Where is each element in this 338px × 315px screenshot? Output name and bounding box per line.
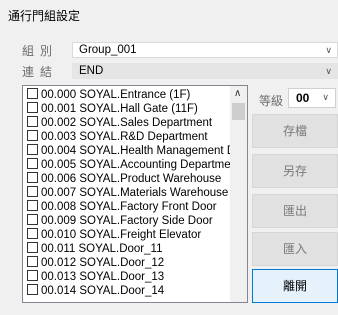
door-label: 00.012 SOYAL.Door_12: [41, 257, 165, 269]
window-title: 通行門組設定: [8, 9, 81, 23]
door-list-item[interactable]: 00.013 SOYAL.Door_13: [27, 270, 164, 283]
door-label: 00.010 SOYAL.Freight Elevator: [41, 229, 202, 241]
door-checkbox[interactable]: [27, 172, 38, 183]
group-label: 組別: [22, 44, 59, 58]
door-list-item[interactable]: 00.000 SOYAL.Entrance (1F): [27, 88, 190, 101]
door-checkbox[interactable]: [27, 158, 38, 169]
door-label: 00.001 SOYAL.Hall Gate (11F): [41, 103, 198, 115]
door-list-item[interactable]: 00.010 SOYAL.Freight Elevator: [27, 228, 201, 241]
door-list-item[interactable]: 00.002 SOYAL.Sales Department: [27, 116, 212, 129]
group-select[interactable]: Group_001 ∨: [72, 42, 338, 58]
door-label: 00.002 SOYAL.Sales Department: [41, 117, 213, 129]
door-label: 00.000 SOYAL.Entrance (1F): [41, 89, 191, 101]
door-checkbox[interactable]: [27, 200, 38, 211]
import-button[interactable]: 匯入: [252, 232, 338, 266]
door-list-item[interactable]: 00.005 SOYAL.Accounting Departmer: [27, 158, 234, 171]
door-label: 00.008 SOYAL.Factory Front Door: [41, 201, 217, 213]
door-label: 00.014 SOYAL.Door_14: [41, 285, 165, 297]
door-checkbox[interactable]: [27, 116, 38, 127]
door-list-item[interactable]: 00.006 SOYAL.Product Warehouse: [27, 172, 221, 185]
door-checkbox[interactable]: [27, 270, 38, 281]
door-list-item[interactable]: 00.012 SOYAL.Door_12: [27, 256, 164, 269]
door-checkbox[interactable]: [27, 242, 38, 253]
door-label: 00.006 SOYAL.Product Warehouse: [41, 173, 222, 185]
door-label: 00.011 SOYAL.Door_11: [41, 243, 163, 255]
door-checkbox[interactable]: [27, 228, 38, 239]
door-list-item[interactable]: 00.008 SOYAL.Factory Front Door: [27, 200, 217, 213]
door-list-item[interactable]: 00.009 SOYAL.Factory Side Door: [27, 214, 213, 227]
scrollbar[interactable]: ∧: [230, 86, 247, 302]
door-list-item[interactable]: 00.014 SOYAL.Door_14: [27, 284, 164, 297]
door-label: 00.007 SOYAL.Materials Warehouse: [41, 187, 229, 199]
door-label: 00.009 SOYAL.Factory Side Door: [41, 215, 213, 227]
door-list-item[interactable]: 00.003 SOYAL.R&D Department: [27, 130, 208, 143]
door-list[interactable]: 00.000 SOYAL.Entrance (1F) 00.001 SOYAL.…: [22, 85, 248, 303]
door-list-item[interactable]: 00.001 SOYAL.Hall Gate (11F): [27, 102, 198, 115]
chevron-down-icon: ∨: [322, 92, 329, 102]
export-button[interactable]: 匯出: [252, 194, 338, 228]
door-list-item[interactable]: 00.007 SOYAL.Materials Warehouse: [27, 186, 228, 199]
chevron-down-icon: ∨: [325, 66, 332, 76]
door-label: 00.003 SOYAL.R&D Department: [41, 131, 208, 143]
door-checkbox[interactable]: [27, 88, 38, 99]
link-label: 連結: [22, 65, 59, 79]
link-select-value: END: [79, 65, 104, 77]
door-checkbox[interactable]: [27, 214, 38, 225]
door-checkbox[interactable]: [27, 102, 38, 113]
level-select-value: 00: [296, 91, 310, 105]
door-checkbox[interactable]: [27, 186, 38, 197]
link-select[interactable]: END ∨: [72, 63, 338, 79]
door-label: 00.013 SOYAL.Door_13: [41, 271, 165, 283]
save-button[interactable]: 存檔: [252, 114, 338, 148]
door-list-item[interactable]: 00.004 SOYAL.Health Management D: [27, 144, 235, 157]
door-checkbox[interactable]: [27, 284, 38, 295]
level-label: 等級: [259, 94, 284, 108]
door-checkbox[interactable]: [27, 144, 38, 155]
door-checkbox[interactable]: [27, 130, 38, 141]
door-label: 00.005 SOYAL.Accounting Departmer: [41, 159, 235, 171]
scroll-up-arrow-icon[interactable]: ∧: [234, 88, 241, 99]
chevron-down-icon: ∨: [325, 45, 332, 55]
level-select[interactable]: 00 ∨: [288, 88, 336, 108]
door-checkbox[interactable]: [27, 256, 38, 267]
exit-button[interactable]: 離開: [252, 269, 338, 303]
door-list-item[interactable]: 00.011 SOYAL.Door_11: [27, 242, 162, 255]
door-label: 00.004 SOYAL.Health Management D: [41, 145, 236, 157]
scrollbar-thumb[interactable]: [232, 103, 245, 120]
save-as-button[interactable]: 另存: [252, 154, 338, 188]
group-select-value: Group_001: [79, 44, 137, 56]
